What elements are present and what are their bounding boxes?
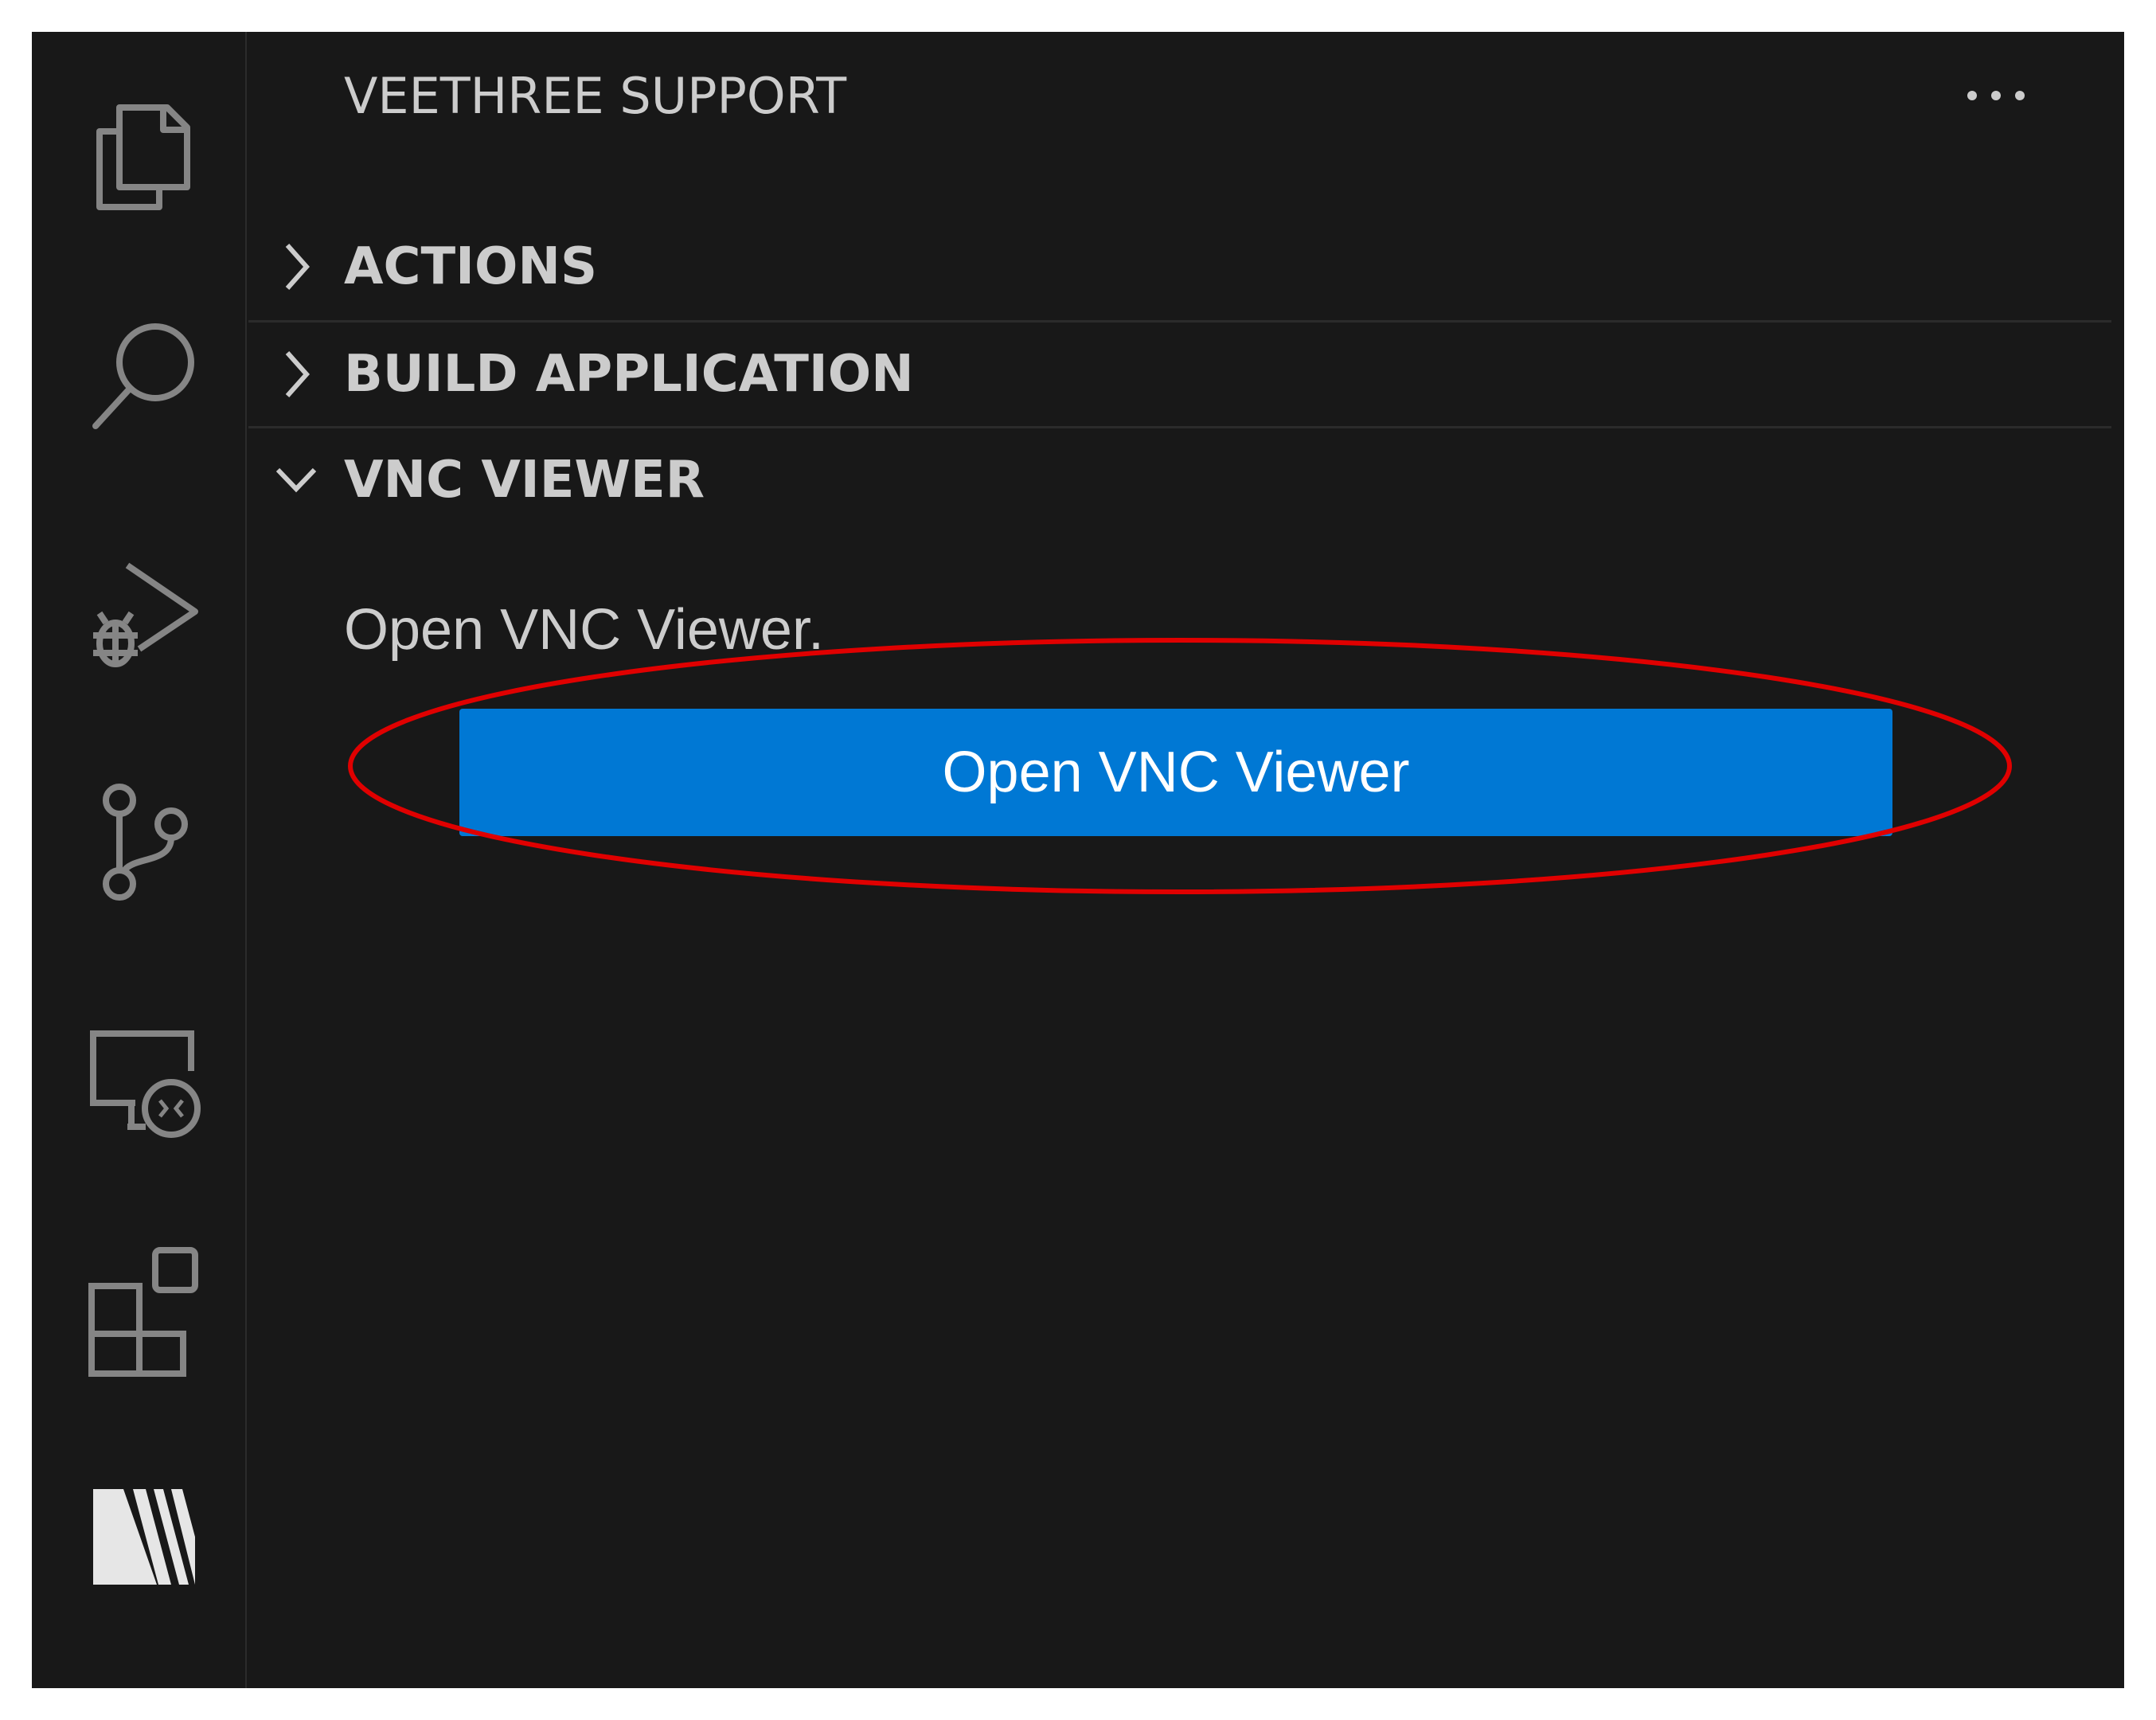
section-vnc-viewer[interactable]: VNC VIEWER — [248, 428, 2111, 532]
section-label: VNC VIEWER — [344, 451, 705, 510]
more-actions-button[interactable] — [1952, 80, 2040, 111]
extensions-icon[interactable] — [88, 1242, 199, 1377]
run-and-debug-icon[interactable] — [88, 549, 199, 677]
remote-explorer-icon[interactable] — [88, 1019, 201, 1147]
veethree-icon[interactable] — [88, 1473, 199, 1601]
open-vnc-viewer-button[interactable]: Open VNC Viewer — [459, 709, 1892, 836]
vnc-welcome-message: Open VNC Viewer. — [344, 598, 824, 662]
explorer-icon[interactable] — [88, 92, 199, 219]
sidebar: VEETHREE SUPPORT ACTIONS BUILD APPLICATI… — [248, 32, 2111, 1688]
sidebar-title: VEETHREE SUPPORT — [344, 67, 847, 125]
dot-icon — [2015, 91, 2025, 100]
dot-icon — [1967, 91, 1977, 100]
section-label: ACTIONS — [344, 237, 598, 296]
section-actions[interactable]: ACTIONS — [248, 215, 2111, 319]
section-label: BUILD APPLICATION — [344, 345, 914, 404]
activity-bar — [32, 32, 247, 1688]
source-control-icon[interactable] — [88, 780, 199, 908]
vscode-window: VEETHREE SUPPORT ACTIONS BUILD APPLICATI… — [32, 32, 2124, 1688]
dot-icon — [1991, 91, 2001, 100]
chevron-down-icon — [248, 428, 344, 532]
chevron-right-icon — [248, 215, 344, 319]
search-icon[interactable] — [88, 315, 199, 442]
chevron-right-icon — [248, 322, 344, 426]
section-build-application[interactable]: BUILD APPLICATION — [248, 322, 2111, 426]
